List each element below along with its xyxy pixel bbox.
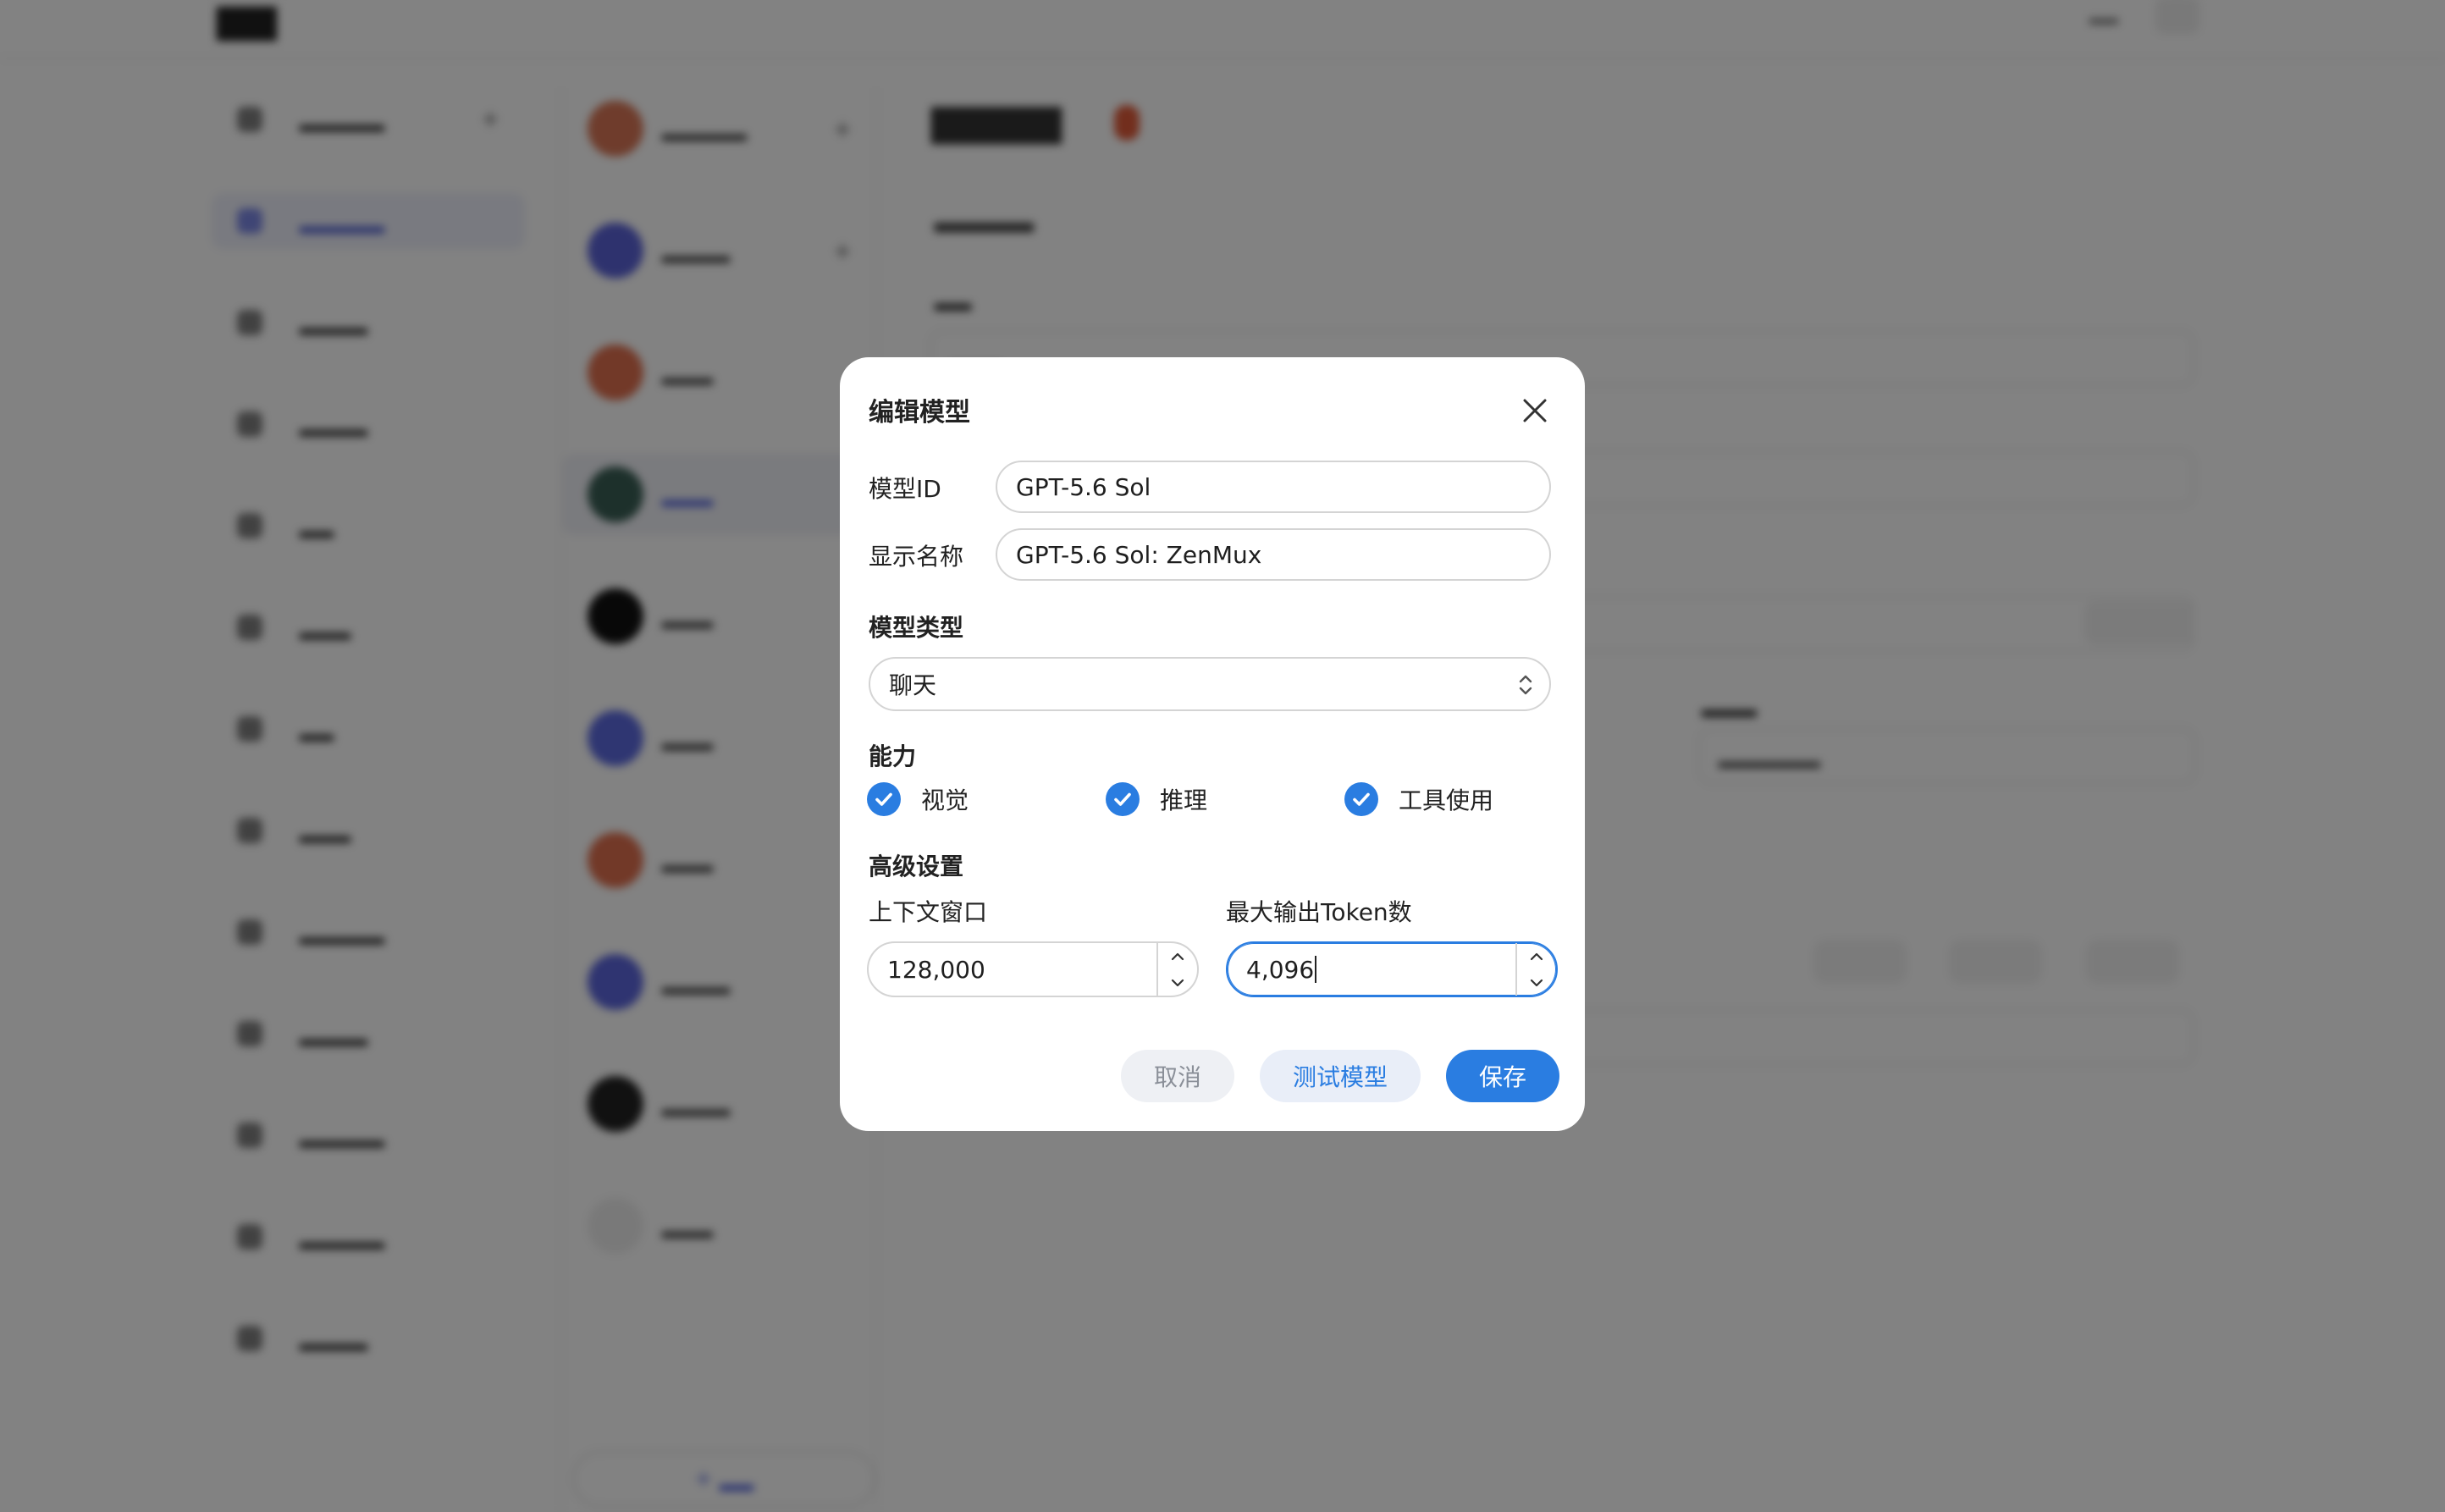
display-name-field[interactable] [996, 528, 1551, 581]
model-id-field[interactable] [996, 461, 1551, 513]
model-type-select[interactable]: 聊天 [869, 657, 1551, 711]
context-window-decrement[interactable] [1158, 969, 1197, 996]
max-output-tokens-value[interactable]: 4,096 [1246, 956, 1314, 984]
check-icon [1114, 792, 1131, 806]
vision-checkbox[interactable] [867, 782, 901, 816]
text-cursor [1315, 956, 1317, 983]
context-window-value[interactable]: 128,000 [887, 956, 985, 984]
capabilities-label: 能力 [869, 742, 917, 770]
context-window-stepper [1156, 943, 1197, 996]
capability-reasoning[interactable]: 推理 [1106, 781, 1207, 818]
capability-vision[interactable]: 视觉 [867, 781, 969, 818]
reasoning-checkbox[interactable] [1106, 782, 1140, 816]
cancel-button[interactable]: 取消 [1121, 1050, 1234, 1102]
model-type-value: 聊天 [889, 671, 937, 699]
chevron-down-icon [1530, 979, 1543, 986]
chevron-up-down-icon [1519, 675, 1532, 695]
max-output-tokens-stepper [1515, 943, 1556, 996]
model-type-label: 模型类型 [869, 614, 964, 642]
chevron-up-icon [1530, 952, 1543, 960]
max-output-tokens-label: 最大输出Token数 [1226, 898, 1412, 926]
close-icon [1523, 399, 1547, 422]
capability-tool-use[interactable]: 工具使用 [1344, 781, 1493, 818]
advanced-settings-label: 高级设置 [869, 853, 964, 880]
tool-use-label: 工具使用 [1399, 786, 1494, 814]
chevron-up-icon [1171, 952, 1184, 960]
close-button[interactable] [1509, 384, 1561, 437]
max-output-tokens-increment[interactable] [1517, 943, 1556, 969]
tool-use-checkbox[interactable] [1344, 782, 1378, 816]
reasoning-label: 推理 [1160, 786, 1208, 814]
check-icon [1353, 792, 1370, 806]
save-button[interactable]: 保存 [1446, 1050, 1559, 1102]
max-output-tokens-decrement[interactable] [1517, 969, 1556, 996]
model-id-label: 模型ID [869, 475, 941, 503]
max-output-tokens-field[interactable]: 4,096 [1226, 941, 1558, 997]
test-model-button[interactable]: 测试模型 [1260, 1050, 1421, 1102]
edit-model-dialog: 编辑模型 模型ID 显示名称 模型类型 聊天 能力 视觉 [840, 357, 1585, 1131]
dialog-title: 编辑模型 [869, 398, 970, 428]
chevron-down-icon [1171, 979, 1184, 986]
context-window-label: 上下文窗口 [869, 898, 988, 926]
model-id-input[interactable] [1016, 472, 1549, 501]
display-name-label: 显示名称 [869, 543, 964, 571]
context-window-increment[interactable] [1158, 943, 1197, 969]
context-window-field[interactable]: 128,000 [867, 941, 1199, 997]
vision-label: 视觉 [921, 786, 969, 814]
display-name-input[interactable] [1016, 540, 1549, 569]
check-icon [875, 792, 892, 806]
